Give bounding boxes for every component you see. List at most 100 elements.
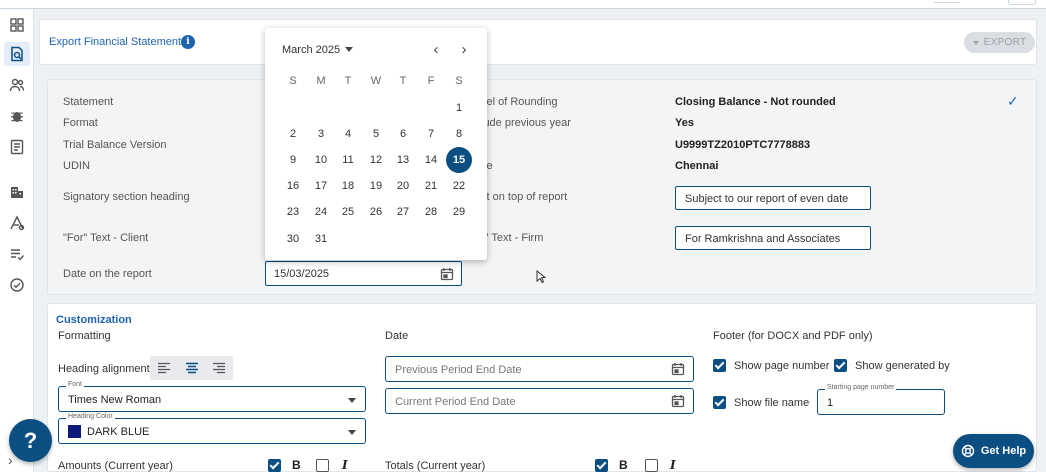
calendar-day[interactable]: 28 — [419, 206, 443, 218]
tb-version-label: Trial Balance Version — [63, 139, 167, 151]
show-generated-by-checkbox[interactable] — [834, 359, 847, 372]
dashboard-icon[interactable] — [7, 15, 27, 35]
chevron-right-icon[interactable]: › — [8, 452, 13, 468]
previous-period-input[interactable]: Previous Period End Date — [385, 356, 694, 382]
date-on-report-label: Date on the report — [63, 268, 152, 280]
amounts-label: Amounts (Current year) — [58, 460, 173, 472]
totals-label: Totals (Current year) — [385, 460, 486, 472]
show-generated-by-label: Show generated by — [855, 360, 950, 372]
text-top-input[interactable]: Subject to our report of even date — [675, 186, 871, 210]
show-file-name-checkbox[interactable] — [713, 396, 726, 409]
show-page-number-checkbox[interactable] — [713, 359, 726, 372]
show-file-name-label: Show file name — [734, 397, 810, 409]
calendar-day[interactable]: 10 — [309, 154, 333, 166]
totals-italic-checkbox[interactable] — [645, 459, 658, 472]
calendar-day[interactable]: 29 — [447, 206, 471, 218]
amounts-bold-checkbox[interactable] — [268, 459, 281, 472]
bold-label: B — [292, 458, 301, 472]
calendar-icon[interactable] — [671, 394, 685, 408]
calendar-day[interactable]: 11 — [336, 154, 360, 166]
align-left-icon — [157, 362, 170, 374]
get-help-label: Get Help — [980, 445, 1027, 457]
calendar-icon[interactable] — [671, 362, 685, 376]
help-button[interactable]: ? — [9, 419, 52, 462]
show-page-number-label: Show page number — [734, 360, 830, 372]
align-right-button[interactable] — [205, 356, 233, 380]
include-previous-value: Yes — [675, 117, 694, 129]
current-period-placeholder: Current Period End Date — [395, 396, 516, 408]
amounts-italic-checkbox[interactable] — [316, 459, 329, 472]
font-select[interactable]: Font Times New Roman — [58, 381, 366, 412]
calendar-day[interactable]: 7 — [419, 128, 443, 140]
previous-month-icon[interactable]: ‹ — [429, 41, 443, 58]
calendar-day[interactable]: 8 — [447, 128, 471, 140]
next-month-icon[interactable]: › — [457, 41, 471, 58]
calendar-day[interactable]: 25 — [336, 206, 360, 218]
starting-page-label: Starting page number — [825, 384, 897, 391]
calendar-weekday-header: S — [455, 75, 463, 87]
calendar-month-label[interactable]: March 2025 — [282, 44, 340, 56]
calendar-day[interactable]: 6 — [391, 128, 415, 140]
calendar-day[interactable]: 17 — [309, 180, 333, 192]
calendar-day[interactable]: 13 — [391, 154, 415, 166]
design-settings-icon[interactable] — [7, 213, 27, 233]
current-period-input[interactable]: Current Period End Date — [385, 388, 694, 414]
calendar-day[interactable]: 26 — [364, 206, 388, 218]
calendar-day[interactable]: 20 — [391, 180, 415, 192]
calendar-day[interactable]: 21 — [419, 180, 443, 192]
calendar-day[interactable]: 1 — [447, 102, 471, 114]
calendar-day[interactable]: 15 — [446, 147, 472, 173]
export-button[interactable]: EXPORT — [964, 32, 1035, 53]
calendar-day[interactable]: 19 — [364, 180, 388, 192]
calendar-day[interactable]: 3 — [309, 128, 333, 140]
date-on-report-input[interactable]: 15/03/2025 — [265, 261, 462, 286]
calendar-day[interactable]: 27 — [391, 206, 415, 218]
calendar-day[interactable]: 31 — [309, 233, 333, 245]
starting-page-input[interactable]: Starting page number 1 — [817, 384, 945, 415]
checklist-icon[interactable] — [7, 244, 27, 264]
totals-bold-checkbox[interactable] — [595, 459, 608, 472]
check-circle-icon[interactable] — [7, 275, 27, 295]
organization-icon[interactable] — [7, 182, 27, 202]
calendar-day[interactable]: 5 — [364, 128, 388, 140]
format-label: Format — [63, 117, 98, 129]
export-label: EXPORT — [983, 37, 1027, 48]
heading-color-select[interactable]: Heading Color DARK BLUE — [58, 413, 366, 444]
page-title: Export Financial Statements — [49, 36, 187, 48]
align-right-icon — [213, 362, 226, 374]
calendar-day[interactable]: 24 — [309, 206, 333, 218]
calendar-day[interactable]: 2 — [281, 128, 305, 140]
heading-color-value: DARK BLUE — [87, 426, 150, 438]
users-icon[interactable] — [7, 75, 27, 95]
align-center-button[interactable] — [178, 356, 206, 380]
calendar-day[interactable]: 12 — [364, 154, 388, 166]
dropdown-caret-icon — [348, 398, 356, 403]
document-search-icon[interactable] — [4, 42, 30, 66]
page-header: Export Financial Statements i EXPORT — [39, 19, 1037, 65]
document-list-icon[interactable] — [7, 137, 27, 157]
for-text-firm-input[interactable]: For Ramkrishna and Associates — [675, 226, 871, 250]
place-value: Chennai — [675, 160, 719, 172]
for-text-client-label: "For" Text - Client — [63, 232, 149, 244]
calendar-day[interactable]: 16 — [281, 180, 305, 192]
statement-label: Statement — [63, 96, 114, 108]
get-help-button[interactable]: Get Help — [953, 434, 1034, 468]
month-dropdown-icon[interactable] — [345, 47, 353, 52]
calendar-day[interactable]: 9 — [281, 154, 305, 166]
info-icon[interactable]: i — [181, 35, 195, 49]
starting-page-value: 1 — [827, 397, 834, 409]
font-select-value: Times New Roman — [68, 394, 162, 406]
calendar-day[interactable]: 23 — [281, 206, 305, 218]
calendar-day[interactable]: 14 — [419, 154, 443, 166]
align-left-button[interactable] — [150, 356, 178, 380]
include-previous-label: lude previous year — [481, 117, 571, 129]
bug-icon[interactable] — [7, 106, 27, 126]
calendar-day[interactable]: 4 — [336, 128, 360, 140]
settings-panel — [47, 79, 1037, 295]
calendar-day[interactable]: 18 — [336, 180, 360, 192]
calendar-day[interactable]: 30 — [281, 233, 305, 245]
date-on-report-value: 15/03/2025 — [274, 268, 330, 280]
calendar-day[interactable]: 22 — [447, 180, 471, 192]
calendar-icon[interactable] — [440, 267, 454, 281]
customization-title: Customization — [56, 314, 132, 326]
